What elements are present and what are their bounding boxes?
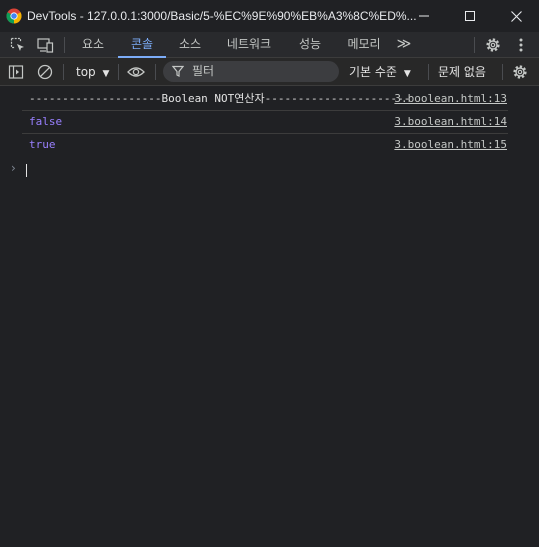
issues-counter[interactable]: 문제 없음 [438,62,486,82]
text-cursor [26,164,27,177]
toolbar-divider [502,64,503,80]
chrome-icon [6,8,22,24]
tab-memory[interactable]: 메모리 [338,32,390,58]
console-settings-gear-icon[interactable] [511,63,529,81]
console-output: --------------------Boolean NOT연산자------… [0,86,539,547]
more-options-icon[interactable] [512,36,530,54]
maximize-button[interactable] [447,0,493,32]
message-text: true [29,138,56,151]
dropdown-arrow-icon: ▼ [102,69,110,79]
toolbar-divider [64,37,65,53]
source-link[interactable]: 3.boolean.html:15 [394,133,507,156]
source-link[interactable]: 3.boolean.html:14 [394,110,507,133]
inspect-element-icon[interactable] [9,36,27,54]
toolbar-divider [63,64,64,80]
console-toolbar: top ▼ 필터 기본 수준 ▼ 문제 없음 [0,58,539,86]
panel-tab-bar: 요소 콘솔 소스 네트워크 성능 메모리 ≫ [0,32,539,58]
minimize-button[interactable] [401,0,447,32]
live-expression-eye-icon[interactable] [127,63,145,81]
show-sidebar-icon[interactable] [7,63,25,81]
tab-performance[interactable]: 성능 [290,32,330,58]
message-text: false [29,115,63,128]
console-message: true 3.boolean.html:15 [0,133,539,156]
window-title: DevTools - 127.0.0.1:3000/Basic/5-%EC%9E… [27,9,417,23]
more-tabs-button[interactable]: ≫ [393,32,415,58]
clear-console-icon[interactable] [36,63,54,81]
close-button[interactable] [493,0,539,32]
console-message: --------------------Boolean NOT연산자------… [0,87,539,110]
log-levels-dropdown[interactable]: 기본 수준 ▼ [343,62,417,82]
dropdown-arrow-icon: ▼ [403,69,411,79]
context-label: top [76,65,96,79]
filter-input[interactable]: 필터 [163,61,339,82]
source-link[interactable]: 3.boolean.html:13 [394,87,507,110]
prompt-chevron-icon: › [11,161,16,175]
tab-elements[interactable]: 요소 [74,32,112,58]
toolbar-divider [428,64,429,80]
tab-console[interactable]: 콘솔 [118,32,166,58]
minimize-icon [419,15,429,17]
filter-funnel-icon [172,65,184,77]
console-prompt[interactable]: › [0,158,539,178]
console-message: false 3.boolean.html:14 [0,110,539,133]
settings-gear-icon[interactable] [484,36,502,54]
message-text: --------------------Boolean NOT연산자------… [29,92,411,105]
toolbar-divider [118,64,119,80]
toolbar-divider [474,37,475,53]
tab-sources[interactable]: 소스 [170,32,210,58]
device-toolbar-icon[interactable] [36,36,54,54]
tab-network[interactable]: 네트워크 [218,32,280,58]
maximize-icon [465,11,475,21]
toolbar-divider [155,64,156,80]
context-selector[interactable]: top ▼ [70,62,115,82]
filter-placeholder: 필터 [192,64,215,78]
title-bar: DevTools - 127.0.0.1:3000/Basic/5-%EC%9E… [0,0,539,32]
close-icon [510,10,522,22]
log-levels-label: 기본 수준 [349,65,397,79]
